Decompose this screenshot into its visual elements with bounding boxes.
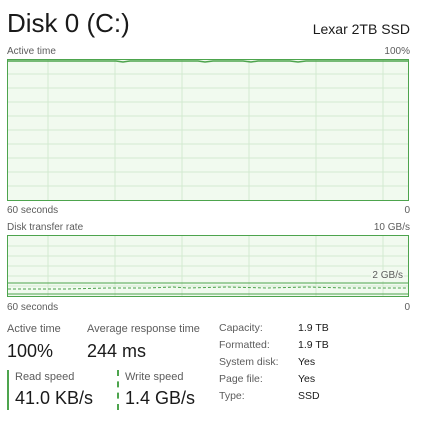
- type-key: Type:: [219, 390, 245, 402]
- system-disk-key: System disk:: [219, 356, 279, 368]
- active-time-grid: [8, 60, 408, 200]
- write-speed-stat-value: 1.4 GB/s: [125, 388, 196, 408]
- read-speed-stat-value: 41.0 KB/s: [15, 388, 94, 408]
- active-time-graph: [7, 59, 409, 201]
- write-speed-series-line: [8, 286, 408, 290]
- capacity-key: Capacity:: [219, 322, 263, 334]
- read-speed-legend-marker: [7, 370, 9, 410]
- system-disk-value: Yes: [298, 356, 316, 368]
- avg-response-stat-value: 244 ms: [87, 341, 147, 361]
- disk-title: Disk 0 (C:): [7, 8, 130, 38]
- transfer-rate-graph-canvas: [8, 236, 408, 296]
- type-value: SSD: [298, 390, 320, 402]
- write-speed-stat-label: Write speed: [125, 371, 184, 383]
- active-time-series-line: [8, 60, 408, 63]
- active-time-graph-label: Active time: [7, 46, 56, 57]
- active-time-min-label: 0: [404, 205, 410, 216]
- active-time-max-label: 100%: [384, 46, 410, 57]
- transfer-rate-graph: 2 GB/s: [7, 235, 409, 297]
- page-file-key: Page file:: [219, 373, 263, 385]
- page-file-value: Yes: [298, 373, 316, 385]
- write-speed-legend-marker: [117, 370, 119, 410]
- transfer-rate-graph-label: Disk transfer rate: [7, 222, 84, 233]
- transfer-rate-max-label: 10 GB/s: [373, 222, 410, 233]
- capacity-value: 1.9 TB: [298, 322, 329, 334]
- read-speed-stat-label: Read speed: [15, 371, 75, 383]
- disk-model: Lexar 2TB SSD: [312, 21, 410, 37]
- transfer-rate-duration-label: 60 seconds: [7, 302, 59, 313]
- formatted-key: Formatted:: [219, 339, 270, 351]
- transfer-rate-min-label: 0: [404, 302, 410, 313]
- avg-response-stat-label: Average response time: [87, 323, 200, 335]
- transfer-rate-mid-label: 2 GB/s: [371, 270, 404, 281]
- active-time-graph-canvas: [8, 60, 408, 200]
- formatted-value: 1.9 TB: [298, 339, 329, 351]
- active-time-stat-label: Active time: [7, 323, 61, 335]
- active-time-stat-value: 100%: [7, 341, 54, 361]
- active-time-duration-label: 60 seconds: [7, 205, 59, 216]
